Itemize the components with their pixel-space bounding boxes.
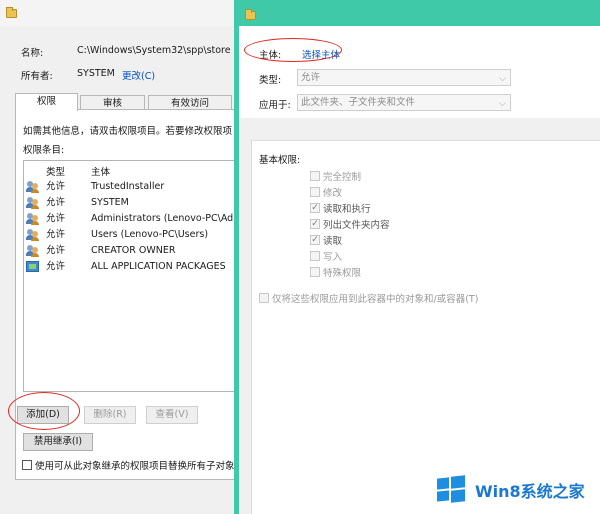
read-label: 读取 <box>323 236 343 247</box>
basic-permissions-label: 基本权限: <box>259 155 301 166</box>
type-dropdown[interactable]: 允许 ⌵ <box>297 69 511 86</box>
row-principal: SYSTEM <box>91 197 129 208</box>
chevron-down-icon: ⌵ <box>499 74 506 84</box>
name-value: C:\Windows\System32\spp\store <box>77 45 231 56</box>
watermark-text: Win8系统之家 <box>475 482 585 501</box>
type-label: 类型: <box>259 75 282 86</box>
modify-checkbox[interactable] <box>310 187 320 197</box>
users-icon <box>26 197 40 209</box>
write-label: 写入 <box>323 252 343 263</box>
name-label: 名称: <box>21 48 44 59</box>
table-row[interactable]: 允许 ALL APPLICATION PACKAGES <box>24 259 239 275</box>
special-permissions-label: 特殊权限 <box>323 268 362 279</box>
row-type: 允许 <box>46 213 66 224</box>
section-separator <box>239 118 600 140</box>
chevron-down-icon: ⌵ <box>499 99 506 109</box>
apply-to-container-only-label: 仅将这些权限应用到此容器中的对象和/或容器(T) <box>272 294 479 305</box>
applies-to-label: 应用于: <box>259 100 291 111</box>
info-text: 如需其他信息，请双击权限项目。若要修改权限项 <box>23 126 233 137</box>
select-principal-annotation-circle <box>244 38 342 62</box>
package-icon <box>26 261 39 272</box>
applies-to-value: 此文件夹、子文件夹和文件 <box>301 97 416 108</box>
users-icon <box>26 213 40 225</box>
read-execute-label: 读取和执行 <box>323 204 371 215</box>
replace-child-permissions-label: 使用可从此对象继承的权限项目替换所有子对象 <box>35 461 235 472</box>
row-type: 允许 <box>46 197 66 208</box>
owner-value: SYSTEM <box>77 68 115 79</box>
tab-permissions[interactable]: 权限 <box>15 93 78 111</box>
list-folder-contents-checkbox[interactable]: ✓ <box>310 219 320 229</box>
applies-to-dropdown[interactable]: 此文件夹、子文件夹和文件 ⌵ <box>297 94 511 111</box>
row-type: 允许 <box>46 181 66 192</box>
users-icon <box>26 245 40 257</box>
entries-label: 权限条目: <box>23 145 65 156</box>
replace-child-permissions-checkbox[interactable] <box>22 460 32 470</box>
type-value: 允许 <box>301 72 321 83</box>
modify-label: 修改 <box>323 188 343 199</box>
disable-inheritance-button[interactable]: 禁用继承(I) <box>23 433 93 451</box>
special-permissions-checkbox[interactable] <box>310 267 320 277</box>
remove-button[interactable]: 删除(R) <box>84 406 136 424</box>
column-header-type[interactable]: 类型 <box>46 164 65 178</box>
windows-logo-icon <box>437 475 465 503</box>
table-row[interactable]: 允许 SYSTEM <box>24 195 239 211</box>
basic-permissions-section <box>251 140 600 514</box>
owner-change-link[interactable]: 更改(C) <box>122 68 155 82</box>
row-principal: Users (Lenovo-PC\Users) <box>91 229 209 240</box>
apply-to-container-only-checkbox[interactable] <box>259 293 269 303</box>
column-header-principal[interactable]: 主体 <box>91 164 110 178</box>
view-button[interactable]: 查看(V) <box>146 406 198 424</box>
write-checkbox[interactable] <box>310 251 320 261</box>
table-row[interactable]: 允许 CREATOR OWNER <box>24 243 239 259</box>
folder-icon <box>6 7 17 18</box>
users-icon <box>26 181 40 193</box>
row-principal: TrustedInstaller <box>91 181 165 192</box>
table-row[interactable]: 允许 TrustedInstaller <box>24 179 239 195</box>
row-type: 允许 <box>46 245 66 256</box>
row-principal: Administrators (Lenovo-PC\Admi <box>91 213 246 224</box>
table-row[interactable]: 允许 Administrators (Lenovo-PC\Admi <box>24 211 245 227</box>
full-control-checkbox[interactable] <box>310 171 320 181</box>
front-title-bar <box>239 4 600 26</box>
add-button-annotation-circle <box>8 392 80 430</box>
users-icon <box>26 229 40 241</box>
row-principal: CREATOR OWNER <box>91 245 176 256</box>
owner-label: 所有者: <box>21 71 53 82</box>
folder-icon <box>245 9 256 20</box>
list-folder-contents-label: 列出文件夹内容 <box>323 220 390 231</box>
full-control-label: 完全控制 <box>323 172 362 183</box>
row-type: 允许 <box>46 261 66 272</box>
row-type: 允许 <box>46 229 66 240</box>
read-checkbox[interactable]: ✓ <box>310 235 320 245</box>
read-execute-checkbox[interactable]: ✓ <box>310 203 320 213</box>
table-row[interactable]: 允许 Users (Lenovo-PC\Users) <box>24 227 239 243</box>
row-principal: ALL APPLICATION PACKAGES <box>91 261 226 272</box>
permission-entries-list[interactable]: 类型 主体 允许 TrustedInstaller 允许 SYSTEM 允许 A… <box>23 160 245 392</box>
